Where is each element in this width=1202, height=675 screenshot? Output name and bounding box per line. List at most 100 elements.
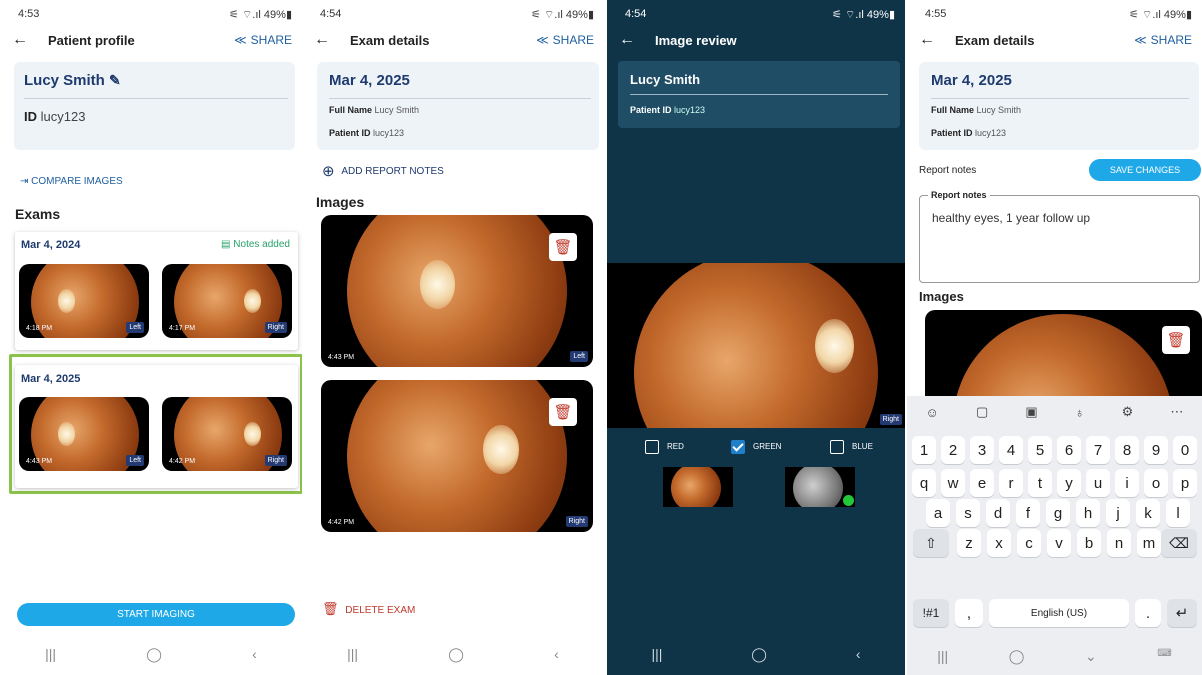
key-n[interactable]: n bbox=[1107, 529, 1131, 557]
delete-image-trash-icon[interactable]: 🗑 bbox=[549, 398, 577, 426]
delete-image-trash-icon[interactable]: 🗑 bbox=[1162, 326, 1190, 354]
key-l[interactable]: l bbox=[1166, 499, 1190, 527]
exam-thumbnail-left[interactable]: 4:18 PM Left bbox=[19, 264, 149, 338]
symbols-key[interactable]: !#1 bbox=[913, 599, 949, 627]
enter-key-icon[interactable]: ↵ bbox=[1167, 599, 1197, 627]
key-p[interactable]: p bbox=[1173, 469, 1197, 497]
add-circle-icon: ⊕ bbox=[322, 163, 335, 180]
status-bar: 4:55 ⚟ ⌔.ıl 49%▮ bbox=[925, 8, 1192, 22]
key-u[interactable]: u bbox=[1086, 469, 1110, 497]
key-e[interactable]: e bbox=[970, 469, 994, 497]
back-nav-icon[interactable]: ‹ bbox=[252, 646, 257, 663]
fundus-image-card[interactable]: 4:42 PM Right 🗑 bbox=[321, 380, 593, 532]
key-2[interactable]: 2 bbox=[941, 436, 965, 464]
key-a[interactable]: a bbox=[926, 499, 950, 527]
compare-images-button[interactable]: ⇥ COMPARE IMAGES bbox=[20, 176, 123, 187]
key-6[interactable]: 6 bbox=[1057, 436, 1081, 464]
key-s[interactable]: s bbox=[956, 499, 980, 527]
comma-key[interactable]: , bbox=[955, 599, 983, 627]
fundus-image-card[interactable]: 4:43 PM Left 🗑 bbox=[321, 215, 593, 367]
home-icon[interactable]: ◯ bbox=[751, 646, 767, 663]
delete-exam-button[interactable]: 🗑 DELETE EXAM bbox=[322, 601, 415, 617]
key-m[interactable]: m bbox=[1137, 529, 1161, 557]
exam-thumbnail-right[interactable]: 4:42 PM Right bbox=[162, 397, 292, 471]
eye-tag: Right bbox=[264, 322, 287, 333]
backspace-key-icon[interactable]: ⌫ bbox=[1161, 529, 1197, 557]
home-icon[interactable]: ◯ bbox=[146, 646, 162, 663]
key-t[interactable]: t bbox=[1028, 469, 1052, 497]
key-r[interactable]: r bbox=[999, 469, 1023, 497]
back-nav-icon[interactable]: ‹ bbox=[554, 646, 559, 663]
settings-gear-icon[interactable]: ⚙ bbox=[1122, 404, 1134, 420]
key-b[interactable]: b bbox=[1077, 529, 1101, 557]
review-image[interactable]: Right bbox=[607, 263, 905, 428]
key-4[interactable]: 4 bbox=[999, 436, 1023, 464]
key-7[interactable]: 7 bbox=[1086, 436, 1110, 464]
key-5[interactable]: 5 bbox=[1028, 436, 1052, 464]
emoji-icon[interactable]: ☺ bbox=[926, 405, 939, 420]
microphone-icon[interactable]: ♁ bbox=[1075, 405, 1085, 420]
edit-pencil-icon[interactable]: ✎ bbox=[109, 72, 121, 88]
recents-icon[interactable]: ||| bbox=[45, 646, 56, 663]
key-0[interactable]: 0 bbox=[1173, 436, 1197, 464]
color-preview-thumbnail[interactable] bbox=[663, 467, 733, 507]
key-z[interactable]: z bbox=[957, 529, 981, 557]
key-3[interactable]: 3 bbox=[970, 436, 994, 464]
key-g[interactable]: g bbox=[1046, 499, 1070, 527]
home-icon[interactable]: ◯ bbox=[1009, 648, 1025, 665]
save-changes-button[interactable]: SAVE CHANGES bbox=[1089, 159, 1201, 181]
key-c[interactable]: c bbox=[1017, 529, 1041, 557]
back-nav-icon[interactable]: ‹ bbox=[856, 646, 861, 663]
key-h[interactable]: h bbox=[1076, 499, 1100, 527]
exam-card[interactable]: Mar 4, 2025 4:43 PM Left 4:42 PM Right bbox=[15, 365, 298, 488]
back-arrow-icon[interactable]: ← bbox=[314, 31, 338, 49]
more-dots-icon[interactable]: ⋯ bbox=[1170, 404, 1183, 420]
key-y[interactable]: y bbox=[1057, 469, 1081, 497]
home-icon[interactable]: ◯ bbox=[448, 646, 464, 663]
key-f[interactable]: f bbox=[1016, 499, 1040, 527]
share-button[interactable]: ≪ SHARE bbox=[1134, 33, 1192, 47]
recents-icon[interactable]: ||| bbox=[347, 646, 358, 663]
share-button[interactable]: ≪ SHARE bbox=[536, 33, 594, 47]
channel-green-checkbox[interactable]: GREEN bbox=[731, 440, 781, 454]
fundus-image-card[interactable]: 🗑 bbox=[925, 310, 1202, 400]
key-j[interactable]: j bbox=[1106, 499, 1130, 527]
shift-key-icon[interactable]: ⇧ bbox=[913, 529, 949, 557]
exam-card[interactable]: Mar 4, 2024 ▤ Notes added 4:18 PM Left 4… bbox=[15, 232, 298, 350]
key-v[interactable]: v bbox=[1047, 529, 1071, 557]
period-key[interactable]: . bbox=[1135, 599, 1161, 627]
key-i[interactable]: i bbox=[1115, 469, 1139, 497]
signal-icon: ⚟ ⌔.ıl bbox=[229, 9, 264, 21]
key-9[interactable]: 9 bbox=[1144, 436, 1168, 464]
delete-image-trash-icon[interactable]: 🗑 bbox=[549, 233, 577, 261]
exam-thumbnail-left[interactable]: 4:43 PM Left bbox=[19, 397, 149, 471]
keyboard-switch-icon[interactable]: ⌨ bbox=[1157, 648, 1171, 665]
key-d[interactable]: d bbox=[986, 499, 1010, 527]
report-notes-textarea[interactable]: Report notes healthy eyes, 1 year follow… bbox=[919, 190, 1200, 283]
space-key[interactable]: English (US) bbox=[989, 599, 1129, 627]
recents-icon[interactable]: ||| bbox=[651, 646, 662, 663]
sticker-icon[interactable]: ▣ bbox=[1025, 404, 1037, 420]
recents-icon[interactable]: ||| bbox=[937, 648, 948, 665]
key-x[interactable]: x bbox=[987, 529, 1011, 557]
thumb-time: 4:18 PM bbox=[26, 325, 53, 332]
key-o[interactable]: o bbox=[1144, 469, 1168, 497]
status-bar: 4:54 ⚟ ⌔.ıl 49%▮ bbox=[625, 8, 895, 22]
image-time: 4:43 PM bbox=[328, 354, 355, 361]
channel-red-checkbox[interactable]: RED bbox=[645, 440, 684, 454]
add-report-notes-button[interactable]: ⊕ ADD REPORT NOTES bbox=[322, 162, 444, 180]
key-q[interactable]: q bbox=[912, 469, 936, 497]
channel-blue-checkbox[interactable]: BLUE bbox=[830, 440, 873, 454]
key-1[interactable]: 1 bbox=[912, 436, 936, 464]
back-arrow-icon[interactable]: ← bbox=[919, 31, 943, 49]
back-arrow-icon[interactable]: ← bbox=[619, 31, 643, 49]
share-button[interactable]: ≪ SHARE bbox=[234, 33, 292, 47]
clipboard-icon[interactable]: ▢ bbox=[976, 404, 988, 420]
key-8[interactable]: 8 bbox=[1115, 436, 1139, 464]
exam-thumbnail-right[interactable]: 4:17 PM Right bbox=[162, 264, 292, 338]
hide-keyboard-chevron-icon[interactable]: ⌄ bbox=[1085, 648, 1097, 665]
key-w[interactable]: w bbox=[941, 469, 965, 497]
back-arrow-icon[interactable]: ← bbox=[12, 31, 36, 49]
start-imaging-button[interactable]: START IMAGING bbox=[17, 603, 295, 626]
key-k[interactable]: k bbox=[1136, 499, 1160, 527]
